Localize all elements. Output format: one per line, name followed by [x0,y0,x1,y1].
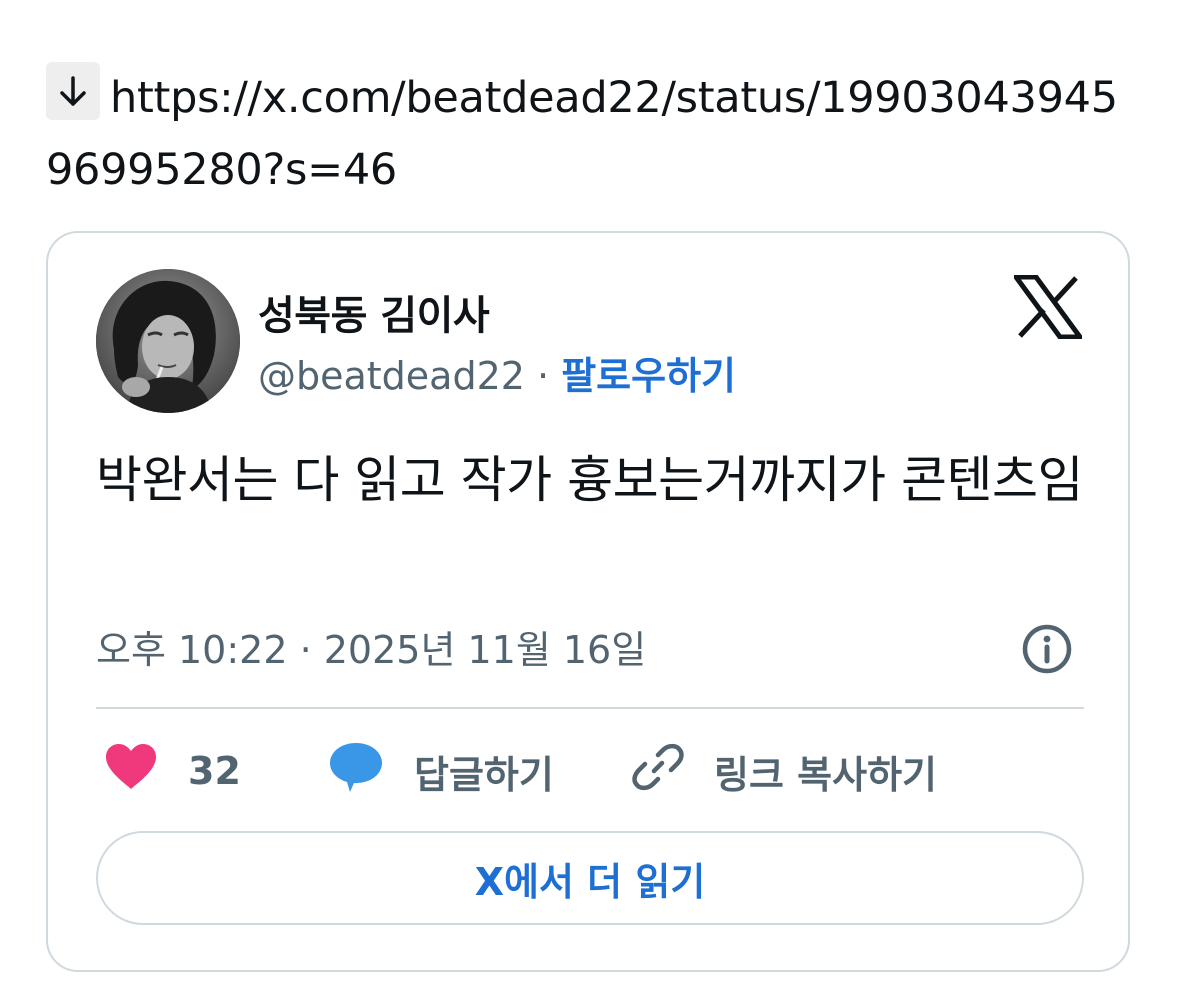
x-logo-icon[interactable] [1011,274,1085,340]
separator-dot: · [524,354,562,398]
handle[interactable]: @beatdead22 [258,354,525,398]
tweet-url-link[interactable]: https://x.com/beatdead22/status/19903043… [46,73,1118,195]
like-count: 32 [188,749,241,793]
like-button[interactable]: 32 [104,743,241,799]
follow-button[interactable]: 팔로우하기 [561,354,736,398]
avatar[interactable] [96,269,240,413]
handle-row: @beatdead22 · 팔로우하기 [258,345,736,400]
read-more-button[interactable]: X에서 더 읽기 [96,831,1084,925]
copy-link-label: 링크 복사하기 [714,752,937,797]
link-icon [632,741,684,802]
divider [96,707,1084,709]
reply-label: 답글하기 [414,752,554,797]
info-icon[interactable] [1020,622,1074,676]
copy-link-button[interactable]: 링크 복사하기 [632,743,937,799]
tweet-embed-card: 성북동 김이사 @beatdead22 · 팔로우하기 박완서는 다 읽고 작가… [46,231,1130,972]
speech-bubble-icon [328,741,384,802]
display-name[interactable]: 성북동 김이사 [258,283,490,341]
down-arrow-icon[interactable] [46,62,100,120]
tweet-text: 박완서는 다 읽고 작가 흉보는거까지가 콘텐츠임 [96,451,1083,509]
reply-button[interactable]: 답글하기 [328,741,554,802]
link-line: https://x.com/beatdead22/status/19903043… [46,62,1136,206]
heart-icon [104,743,158,800]
timestamp[interactable]: 오후 10:22 · 2025년 11월 16일 [96,619,646,674]
